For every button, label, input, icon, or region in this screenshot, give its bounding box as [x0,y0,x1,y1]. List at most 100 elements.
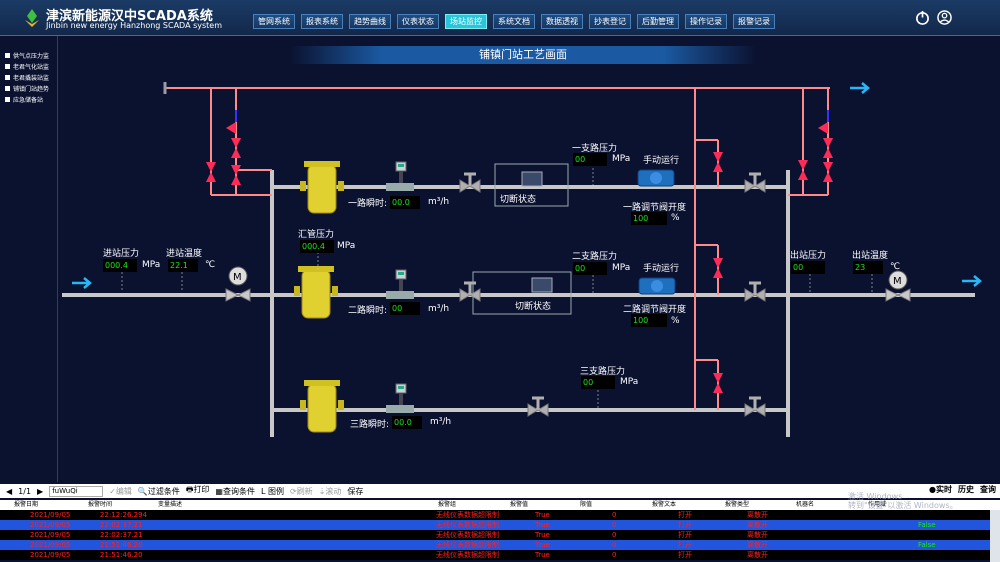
table-row[interactable]: 2021/09/05 22:02:37.21 无线仪表数据超限制 True 0 打开 离散开 [0,530,990,540]
unit-mpa: MPa [612,263,631,273]
query-mode-button[interactable]: 查询 [980,484,996,495]
bypass-valve[interactable] [713,152,723,172]
print-button[interactable]: 🖶打印 [186,484,210,498]
nav-item-pipe-network[interactable]: 管网系统 [253,14,295,29]
nav-item-instrument-status[interactable]: 仪表状态 [397,14,439,29]
nav-item-reports[interactable]: 报表系统 [301,14,343,29]
ball-valve-out2[interactable] [743,281,767,303]
bypass-valve[interactable] [231,138,241,158]
sidebar-item-laojun-skid[interactable]: 老君撬装站监 [5,72,57,83]
table-row[interactable]: 2021/09/05 22:12:26.294 无线仪表数据超限制 True 0 打开 离散… [0,510,990,520]
save-button[interactable]: 保存 [347,486,363,497]
sidebar-item-laojun-gasification[interactable]: 老君气化站监 [5,61,57,72]
grid-scrollbar[interactable] [990,510,1000,562]
table-cell-limit: 0 [612,511,617,519]
nav-item-operation-log[interactable]: 操作记录 [685,14,727,29]
table-cell-text: 打开 [678,531,692,539]
flow-meter-branch3[interactable] [385,383,415,414]
unit-m3h: m³/h [428,304,450,314]
nav-item-station-monitor[interactable]: 场站监控 [445,14,487,29]
filter-branch3[interactable] [299,379,345,433]
legend-button[interactable]: L 图例 [261,486,284,497]
table-cell-text: 打开 [678,521,692,529]
ball-valve-branch3[interactable] [526,396,550,418]
grid-column-header[interactable]: 限值 [580,500,592,510]
grid-column-header[interactable]: 报警日期 [14,500,38,510]
table-cell-group: 无线仪表数据超限制 [436,531,499,539]
cutoff-status-1: 切断状态 [500,195,537,205]
instrument-leaders [121,168,873,408]
table-cell-date: 2021/09/05 [30,541,71,549]
bypass-valve[interactable] [823,162,833,182]
query-button[interactable]: ▦查询条件 [215,486,255,497]
bullet-icon [5,97,10,102]
sidebar-item-supply-pressure[interactable]: 供气点压力监 [5,50,57,61]
ball-valve-out1[interactable] [743,172,767,194]
table-cell-date: 2021/09/05 [30,511,71,519]
power-icon[interactable] [915,10,930,25]
bypass-valve[interactable] [713,258,723,278]
cutoff-valve-2[interactable] [531,277,553,293]
refresh-button[interactable]: ⟳刷新 [290,486,313,497]
bullet-icon [5,86,10,91]
sidebar: 供气点压力监 老君气化站监 老君撬装站监 铺镇门站趋势 应急储备站 [0,36,58,482]
filter-branch2[interactable] [293,265,339,319]
header-pressure-label: 汇管压力 [298,230,335,240]
nav-item-pivot[interactable]: 数据透视 [541,14,583,29]
ball-valve-branch1[interactable] [458,172,482,194]
valve1-opening-value: 100 [631,212,667,225]
bypass-valve[interactable] [798,160,808,180]
grid-column-header[interactable]: 变量描述 [158,500,182,510]
table-row[interactable]: 2021/09/05 21:51:46.20 无线仪表数据超限制 True 0 打开 离散开… [0,540,990,550]
table-row[interactable]: 2021/09/05 22:02:37.21 无线仪表数据超限制 True 0 打开 离散开… [0,520,990,530]
bypass-valve[interactable] [206,162,216,182]
grid-column-header[interactable]: 报警值 [510,500,528,510]
safety-valve-left[interactable] [226,110,237,134]
filter-button[interactable]: 🔍过滤条件 [138,486,180,497]
nav-item-alarm-log[interactable]: 报警记录 [733,14,775,29]
regulating-valve-2[interactable] [638,277,676,295]
unit-mpa: MPa [612,154,631,164]
regulating-valve-1[interactable] [637,169,675,187]
main-nav: 管网系统 报表系统 趋势曲线 仪表状态 场站监控 系统文档 数据透视 抄表登记 … [253,14,775,29]
outlet-arrow-icon [960,274,982,288]
flow-meter-branch2[interactable] [385,269,415,300]
process-diagram: M M [62,81,982,437]
scroll-button[interactable]: ⇣滚动 [319,486,342,497]
grid-column-header[interactable]: 报警文本 [652,500,676,510]
flow-meter-branch1[interactable] [385,161,415,192]
ball-valve-out3[interactable] [743,396,767,418]
ball-valve-branch2[interactable] [458,281,482,303]
cutoff-valve-1[interactable] [521,171,543,187]
sidebar-item-emergency-reserve[interactable]: 应急储备站 [5,94,57,105]
bypass-valve[interactable] [713,373,723,393]
grid-column-header[interactable]: 报警组 [438,500,456,510]
history-button[interactable]: 历史 [958,484,974,495]
grid-column-header[interactable]: 机器名 [796,500,814,510]
nav-item-logistics[interactable]: 后勤管理 [637,14,679,29]
page-title: 铺镇门站工艺画面 [479,48,567,61]
page-indicator: 1/1 [18,486,32,496]
sidebar-item-puzhen-gate[interactable]: 铺镇门站趋势 [5,83,57,94]
nav-item-docs[interactable]: 系统文档 [493,14,535,29]
bypass-pipes [165,87,830,410]
nav-item-meter-reading[interactable]: 抄表登记 [589,14,631,29]
grid-column-header[interactable]: 报警时间 [88,500,112,510]
table-row[interactable]: 2021/09/05 21:51:46.20 无线仪表数据超限制 True 0 打开 离散开 [0,550,990,560]
prev-page-button[interactable]: ◀ [6,487,12,496]
grid-column-header[interactable]: 报警类型 [725,500,749,510]
filter-select[interactable]: fuWuQi [49,485,104,497]
flow1-label: 一路瞬时: [348,199,388,209]
next-page-button[interactable]: ▶ [37,487,43,496]
table-cell-scope: False [918,521,936,529]
table-cell-date: 2021/09/05 [30,521,71,529]
table-cell-text: 打开 [678,551,692,559]
bypass-valve[interactable] [823,138,833,158]
user-icon[interactable] [937,10,952,25]
bypass-valve[interactable] [231,165,241,185]
nav-item-trend[interactable]: 趋势曲线 [349,14,391,29]
table-cell-date: 2021/09/05 [30,551,71,559]
safety-valve-right[interactable] [818,110,829,134]
edit-button[interactable]: ✓编辑 [109,486,132,497]
page-title-bar: 铺镇门站工艺画面 [290,46,756,64]
